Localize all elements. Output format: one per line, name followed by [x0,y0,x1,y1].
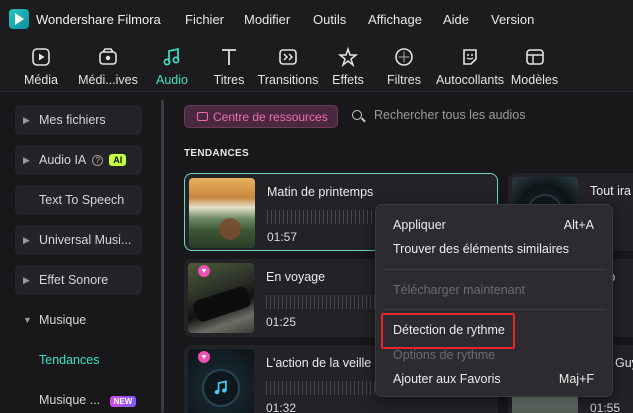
sidebar-item-label: Text To Speech [39,193,125,207]
caret-right-icon: ▶ [23,234,30,245]
audio-thumbnail [189,178,255,248]
menu-item-beat-options: Options de rythme [393,348,496,362]
menu-affichage[interactable]: Affichage [368,12,422,27]
sidebar-item-mes-fichiers[interactable]: ▶ Mes fichiers [15,105,142,135]
audio-title: Tout ira m [590,184,633,198]
tab-modeles[interactable]: Modèles [511,38,558,92]
caret-right-icon: ▶ [23,274,30,285]
new-badge: NEW [109,396,137,407]
filter-icon [393,46,415,68]
sidebar-scrollbar[interactable] [161,100,164,413]
context-menu: Appliquer Alt+A Trouver des éléments sim… [375,204,613,397]
menu-separator [384,309,606,310]
menu-item-add-favorites[interactable]: Ajouter aux Favoris [393,372,501,386]
app-title: Wondershare Filmora [36,12,161,27]
stock-media-icon [97,46,119,68]
sidebar-item-audio-ia[interactable]: ▶ Audio IA ? AI [15,145,142,175]
media-toolbar: Média Médi...ives Audio Titres Transitio… [0,38,633,92]
menu-outils[interactable]: Outils [313,12,346,27]
tab-transitions[interactable]: Transitions [257,38,319,92]
tab-autocollants-label: Autocollants [435,73,505,87]
transition-icon [277,46,299,68]
music-note-icon [214,380,227,395]
menu-item-find-similar[interactable]: Trouver des éléments similaires [393,242,569,256]
sidebar-item-label: Musique ... [39,393,101,407]
audio-duration: 01:32 [266,401,297,413]
text-icon [218,46,240,68]
tab-autocollants[interactable]: Autocollants [436,38,504,92]
premium-gem-icon [198,351,210,363]
menu-fichier[interactable]: Fichier [185,12,224,27]
sidebar-item-label: Mes fichiers [39,113,106,127]
search-icon [352,110,362,120]
music-note-icon [161,46,183,68]
sidebar-item-label: Audio IA [39,153,87,167]
sidebar-item-text-to-speech[interactable]: Text To Speech [15,185,142,215]
caret-right-icon: ▶ [23,114,30,125]
sidebar-item-musique[interactable]: ▼ Musique [15,305,142,335]
template-icon [524,46,546,68]
sidebar-item-label: Effet Sonore [39,273,109,287]
sidebar-item-universal-music[interactable]: ▶ Universal Musi... [15,225,142,255]
audio-title: L'action de la veille d [266,356,382,370]
shortcut-appliquer: Alt+A [563,218,594,232]
sidebar-subitem-musique-new[interactable]: Musique ... NEW [39,393,137,407]
sidebar-item-label: Musique [39,313,87,327]
menu-item-download-now: Télécharger maintenant [393,283,526,297]
tab-filtres[interactable]: Filtres [387,38,421,92]
tab-audio[interactable]: Audio [154,38,190,92]
resource-center-button[interactable]: Centre de ressources [184,105,338,128]
tab-modeles-label: Modèles [510,73,559,87]
menu-modifier[interactable]: Modifier [244,12,290,27]
menu-version[interactable]: Version [491,12,534,27]
store-icon [197,112,208,121]
audio-duration: 01:25 [266,315,297,329]
audio-duration: 01:55 [590,401,621,413]
media-icon [30,46,52,68]
tab-titres[interactable]: Titres [211,38,247,92]
sidebar-item-effet-sonore[interactable]: ▶ Effet Sonore [15,265,142,295]
tab-media-label: Média [23,73,59,87]
title-bar: Wondershare Filmora Fichier Modifier Out… [0,0,633,38]
section-title: TENDANCES [184,148,249,159]
effects-icon [337,46,359,68]
tab-effets[interactable]: Effets [331,38,365,92]
search-bar[interactable]: Rechercher tous les audios [352,108,525,122]
premium-gem-icon [198,265,210,277]
shortcut-favorites: Maj+F [558,372,594,386]
sidebar: ▶ Mes fichiers ▶ Audio IA ? AI Text To S… [0,92,162,413]
filmora-logo-icon [9,9,29,29]
tab-media[interactable]: Média [21,38,61,92]
audio-title: Guy [615,356,633,370]
sticker-icon [459,46,481,68]
highlight-box [381,313,515,349]
caret-right-icon: ▶ [23,154,30,165]
tab-audio-label: Audio [156,73,188,87]
tab-titres-label: Titres [213,73,245,87]
audio-duration: 01:57 [267,230,298,244]
sidebar-subitem-tendances[interactable]: Tendances [39,353,99,367]
menu-aide[interactable]: Aide [443,12,469,27]
ai-badge: AI [109,154,127,166]
resource-center-label: Centre de ressources [213,109,328,124]
search-placeholder: Rechercher tous les audios [374,108,526,122]
tab-filtres-label: Filtres [386,73,422,87]
tab-stock-media[interactable]: Médi...ives [77,38,139,92]
sidebar-item-label: Universal Musi... [39,233,132,247]
menu-separator [384,269,606,270]
caret-down-icon: ▼ [23,315,32,325]
tab-transitions-label: Transitions [257,73,319,87]
menu-item-appliquer[interactable]: Appliquer [393,218,446,232]
tab-effets-label: Effets [332,73,364,87]
help-icon[interactable]: ? [92,154,104,166]
audio-title: En voyage [266,270,326,284]
audio-title: Matin de printemps [267,185,374,199]
tab-stock-media-label: Médi...ives [78,73,138,87]
